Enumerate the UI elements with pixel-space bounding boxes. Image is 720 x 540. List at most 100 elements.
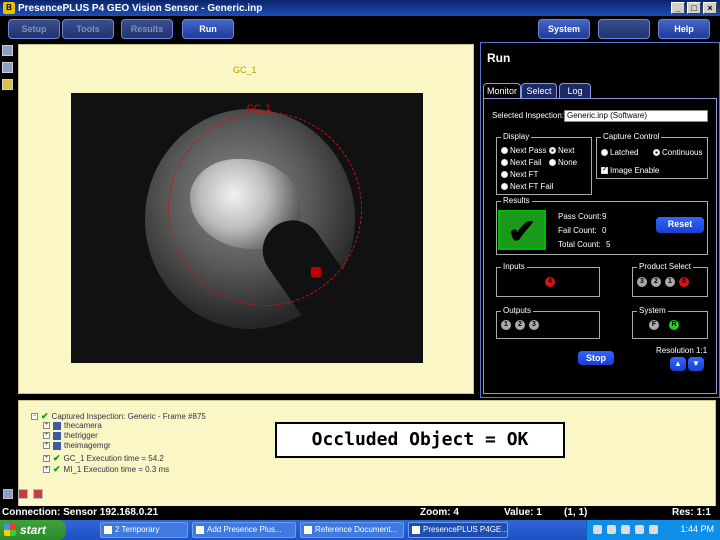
- menu-run[interactable]: Run: [182, 19, 234, 39]
- pass-indicator: ✔: [498, 210, 546, 251]
- tab-log[interactable]: Log: [559, 83, 591, 99]
- tab-monitor[interactable]: Monitor: [483, 83, 521, 99]
- output-3-icon: 3: [529, 320, 539, 330]
- expand-icon[interactable]: +: [43, 442, 50, 449]
- option-next-ft[interactable]: Next FT: [501, 170, 538, 179]
- tree-row-trigger[interactable]: + thetrigger: [43, 431, 98, 440]
- tool-c-icon[interactable]: [33, 489, 43, 499]
- zoom-status: Zoom: 4: [420, 507, 459, 518]
- tab-select[interactable]: Select: [521, 83, 557, 99]
- tray-icon-3[interactable]: [621, 525, 630, 534]
- task-add-presence[interactable]: Add Presence Plus...: [192, 522, 296, 538]
- zoom-tool-icon[interactable]: [2, 62, 13, 73]
- coords-status: (1, 1): [564, 507, 588, 518]
- task-reference-doc[interactable]: Reference Document...: [300, 522, 404, 538]
- radio-selected-icon: [653, 149, 660, 156]
- task-presenceplus[interactable]: PresencePLUS P4GE...: [408, 522, 508, 538]
- output-1-icon: 1: [501, 320, 511, 330]
- connection-status: Connection: Sensor 192.168.0.21: [2, 507, 159, 518]
- tray-icon-2[interactable]: [607, 525, 616, 534]
- product-select-0-icon[interactable]: 0: [679, 277, 689, 287]
- tray-icon-1[interactable]: [593, 525, 602, 534]
- window-title: PresencePLUS P4 GEO Vision Sensor - Gene…: [18, 2, 263, 14]
- start-button[interactable]: start: [0, 520, 66, 540]
- expand-icon[interactable]: +: [43, 455, 50, 462]
- resolution-down-icon[interactable]: ▼: [688, 357, 704, 371]
- radio-icon: [501, 159, 508, 166]
- system-group: System F R: [632, 306, 708, 339]
- tray-icon-4[interactable]: [635, 525, 644, 534]
- selected-inspection-field[interactable]: Generic.inp (Software): [564, 110, 708, 122]
- display-group-title: Display: [501, 132, 532, 141]
- stop-button[interactable]: Stop: [578, 351, 614, 365]
- capture-group-title: Capture Control: [601, 132, 662, 141]
- product-select-group: Product Select 3 2 1 0: [632, 262, 708, 297]
- value-status: Value: 1: [504, 507, 542, 518]
- left-toolbar: [0, 42, 14, 102]
- option-next-pass[interactable]: Next Pass: [501, 146, 546, 155]
- taskbar: start 2 Temporary Add Presence Plus... R…: [0, 520, 720, 540]
- expand-icon[interactable]: +: [43, 432, 50, 439]
- results-group-title: Results: [501, 196, 532, 205]
- menu-help[interactable]: Help: [658, 19, 710, 39]
- run-panel: Run Monitor Select Log Selected Inspecti…: [480, 42, 720, 398]
- bottom-toolbar: [3, 489, 43, 499]
- product-select-title: Product Select: [637, 262, 694, 271]
- system-group-title: System: [637, 306, 668, 315]
- occluded-result-callout: Occluded Object = OK: [275, 422, 565, 458]
- roi-circle[interactable]: [168, 112, 362, 306]
- status-bar: Connection: Sensor 192.168.0.21 Zoom: 4 …: [0, 506, 720, 520]
- option-next[interactable]: Next: [549, 146, 574, 155]
- minimize-button[interactable]: _: [671, 2, 685, 14]
- option-image-enable[interactable]: Image Enable: [601, 165, 659, 175]
- image-manager-icon: [53, 441, 61, 450]
- radio-icon: [501, 171, 508, 178]
- radio-icon: [501, 183, 508, 190]
- product-select-2-icon[interactable]: 2: [651, 277, 661, 287]
- option-latched[interactable]: Latched: [601, 148, 638, 157]
- menu-tools[interactable]: Tools: [62, 19, 114, 39]
- pass-count-value: 9: [602, 212, 607, 221]
- pointer-tool-icon[interactable]: [2, 45, 13, 56]
- run-title: Run: [487, 51, 511, 65]
- menu-system[interactable]: System: [538, 19, 590, 39]
- close-button[interactable]: ×: [703, 2, 717, 14]
- resolution-up-icon[interactable]: ▲: [670, 357, 686, 371]
- reset-button[interactable]: Reset: [656, 217, 704, 233]
- color-tool-icon[interactable]: [2, 79, 13, 90]
- radio-icon: [501, 147, 508, 154]
- radio-icon: [549, 159, 556, 166]
- collapse-icon[interactable]: −: [31, 413, 38, 420]
- tray-icon-5[interactable]: [649, 525, 658, 534]
- inputs-group-title: Inputs: [501, 262, 527, 271]
- tree-row-camera[interactable]: + thecamera: [43, 421, 102, 430]
- outputs-group-title: Outputs: [501, 306, 534, 315]
- expand-icon[interactable]: +: [43, 422, 50, 429]
- tool-b-icon[interactable]: [18, 489, 28, 499]
- menu-extra[interactable]: [598, 19, 650, 39]
- total-count-value: 5: [606, 240, 611, 249]
- menu-results[interactable]: Results: [121, 19, 173, 39]
- selected-inspection-label: Selected Inspection:: [492, 111, 565, 120]
- tree-row-mi1[interactable]: + ✔ MI_1 Execution time = 0.3 ms: [43, 464, 169, 475]
- inspection-tree-panel: − ✔ Captured Inspection: Generic - Frame…: [18, 400, 716, 508]
- fail-count-value: 0: [602, 226, 607, 235]
- option-next-fail[interactable]: Next Fail: [501, 158, 542, 167]
- menu-setup[interactable]: Setup: [8, 19, 60, 39]
- tree-row-gc1[interactable]: + ✔ GC_1 Execution time = 54.2: [43, 453, 164, 464]
- inputs-group: Inputs 4: [496, 262, 600, 297]
- tool-a-icon[interactable]: [3, 489, 13, 499]
- product-select-1-icon[interactable]: 1: [665, 277, 675, 287]
- menu-bar: Setup Tools Results Run System Help: [0, 16, 720, 42]
- output-2-icon: 2: [515, 320, 525, 330]
- option-next-ft-fail[interactable]: Next FT Fail: [501, 182, 553, 191]
- tree-row-imagemgr[interactable]: + theimagemgr: [43, 441, 111, 450]
- maximize-button[interactable]: □: [687, 2, 701, 14]
- option-none[interactable]: None: [549, 158, 577, 167]
- product-select-3-icon[interactable]: 3: [637, 277, 647, 287]
- total-count-label: Total Count:: [558, 240, 601, 249]
- option-continuous[interactable]: Continuous: [653, 148, 702, 157]
- pass-check-icon: ✔: [507, 213, 537, 251]
- expand-icon[interactable]: +: [43, 466, 50, 473]
- task-temporary[interactable]: 2 Temporary: [100, 522, 188, 538]
